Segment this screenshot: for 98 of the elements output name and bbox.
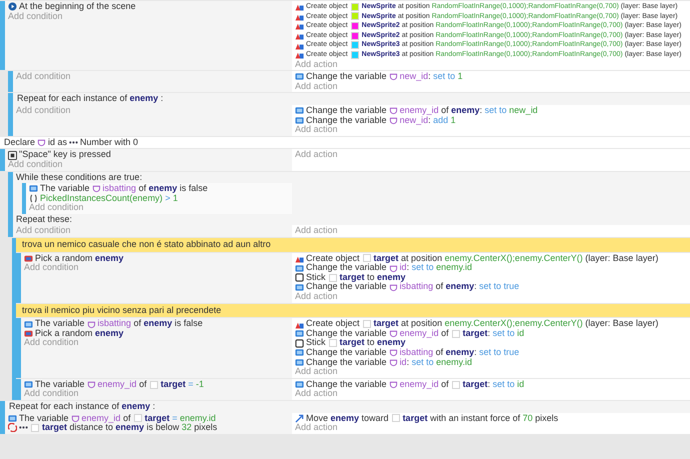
action-text: Move enemy toward (306, 414, 389, 424)
action-text: enemy_id of enemy: set to new_id (400, 106, 538, 116)
add-action-link[interactable]: Add action (295, 292, 338, 302)
action-text: Change the variable (306, 116, 387, 126)
action-text: Change the variable (306, 106, 387, 116)
scope-icon (388, 380, 398, 390)
variable-icon (24, 320, 33, 329)
action-text: target: set to id (462, 380, 524, 390)
arrow-icon (295, 414, 304, 423)
add-condition-link[interactable]: Add condition (24, 338, 79, 348)
add-action-link[interactable]: Add action (295, 82, 338, 92)
action-text: enemy_id of (400, 380, 449, 390)
add-action-link[interactable]: Add action (295, 226, 338, 236)
condition-text: target = -1 (160, 380, 204, 390)
condition-text: The variable (40, 184, 90, 194)
action-text: target to enemy (340, 272, 406, 282)
variable-icon (24, 380, 33, 390)
key-icon (8, 150, 17, 160)
condition-text: enemy_id of (82, 414, 131, 424)
action-text: id: set to enemy.id (400, 263, 472, 273)
action-text: Change the variable (306, 72, 387, 82)
variable-icon (295, 380, 304, 390)
action-text: Change the variable (306, 348, 387, 358)
while-header: While these conditions are true: (16, 172, 142, 182)
shapes-icon (295, 2, 304, 12)
action-text: new_id: set to 1 (400, 72, 463, 82)
add-condition-link[interactable]: Add condition (8, 160, 63, 170)
action-text: Stick (306, 338, 326, 348)
add-condition-link[interactable]: Add condition (16, 72, 71, 82)
add-action-link[interactable]: Add action (295, 150, 338, 160)
action-text: target to enemy (340, 338, 406, 348)
action-text: target with an instant force of 70 pixels (402, 414, 558, 424)
action-text: target: set to id (462, 328, 524, 338)
declaration-text: Number with 0 (80, 138, 138, 148)
scope-icon (92, 184, 101, 194)
square-icon (295, 273, 304, 282)
action-text: isbatting of enemy: set to true (400, 282, 520, 292)
action-text: Stick (306, 272, 326, 282)
dice-icon (24, 254, 33, 263)
add-condition-link[interactable]: Add condition (24, 389, 79, 399)
variable-icon (29, 184, 38, 194)
action-text: id: set to enemy.id (400, 358, 472, 368)
condition-text: target = enemy.id (144, 414, 216, 424)
square-icon (295, 338, 304, 348)
condition-text: At the beginning of the scene (19, 2, 136, 12)
scope-icon (86, 320, 96, 329)
action-text: Change the variable (306, 282, 387, 292)
declaration-text: Declare (4, 138, 36, 148)
repeat-label: Repeat these: (16, 214, 72, 224)
condition-text: Pick a random enemy (35, 254, 124, 264)
action-text: enemy_id of (400, 328, 449, 338)
add-action-link[interactable]: Add action (295, 125, 338, 135)
add-action-link[interactable]: Add action (295, 389, 338, 399)
condition-text: PickedInstancesCount(enemy) > 1 (40, 194, 178, 204)
dice-icon (24, 329, 33, 338)
condition-text: "Space" key is pressed (19, 150, 111, 160)
repeat-header: Repeat for each instance of enemy : (9, 402, 156, 412)
action-text: Change the variable (306, 328, 387, 338)
add-action-link[interactable]: Add action (295, 423, 338, 433)
add-action-link[interactable]: Add action (295, 367, 338, 377)
comment[interactable]: trova il nemico piu vicino senza pari al precendete (16, 304, 690, 318)
variable-icon (8, 414, 17, 423)
add-condition-link[interactable]: Add condition (8, 12, 63, 22)
condition-text: isbatting of enemy is false (98, 319, 203, 329)
action-text: new_id: add 1 (400, 116, 456, 126)
shapes-icon (295, 31, 304, 40)
condition-text: The variable (35, 380, 85, 390)
scope-icon (37, 138, 46, 148)
variable-icon (295, 72, 304, 82)
action-text: Change the variable (306, 358, 387, 368)
action-text: Create object (306, 319, 360, 329)
add-condition-link[interactable]: Add condition (16, 226, 71, 236)
condition-text: The variable (19, 414, 69, 424)
action-text: Change the variable (306, 380, 387, 390)
scope-icon (70, 414, 80, 423)
declaration-text: id as (48, 138, 68, 148)
shapes-icon (295, 50, 304, 60)
scope-icon (388, 72, 398, 82)
condition-text: The variable (35, 319, 85, 329)
brackets-icon (29, 194, 38, 203)
add-condition-link[interactable]: Add condition (29, 203, 84, 213)
condition-text: target distance to enemy is below 32 pixels (42, 423, 218, 433)
repeat-header: Repeat for each instance of enemy : (17, 94, 164, 104)
add-condition-link[interactable]: Add condition (24, 263, 79, 273)
condition-text: enemy_id of (98, 380, 147, 390)
arrows-icon (8, 423, 17, 432)
shapes-icon (295, 21, 304, 30)
add-action-link[interactable]: Add action (295, 60, 338, 70)
action-text: target at position enemy.CenterX();enemy.CenterY() (layer: Base layer) (374, 254, 658, 264)
scope-icon (86, 380, 96, 390)
condition-text: isbatting of enemy is false (102, 184, 208, 194)
add-condition-link[interactable]: Add condition (16, 106, 71, 116)
comment[interactable]: trova un nemico casuale che non é stato abbinato ad aun altro (16, 238, 690, 252)
condition-text: Pick a random enemy (35, 328, 124, 338)
action-text: Create object (306, 254, 360, 264)
action-text: isbatting of enemy: set to true (400, 348, 520, 358)
action-text: target at position enemy.CenterX();enemy.CenterY() (layer: Base layer) (374, 319, 658, 329)
action-text: Change the variable (306, 263, 387, 273)
